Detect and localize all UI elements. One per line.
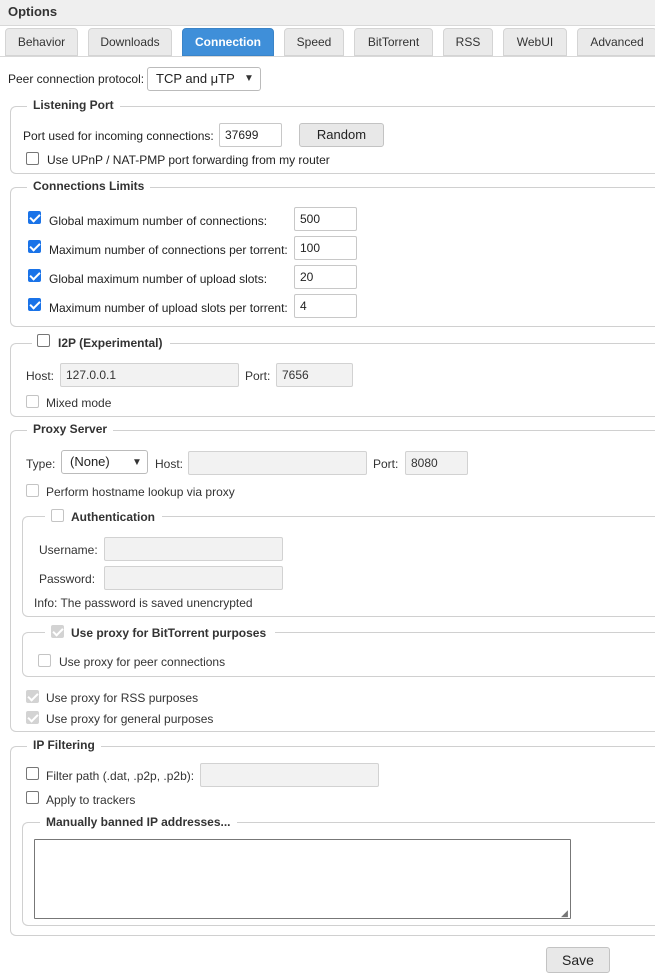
global-max-connections-input[interactable] <box>294 207 357 231</box>
peer-connections-checkbox[interactable] <box>38 654 51 667</box>
chevron-down-icon: ▼ <box>244 73 254 84</box>
banned-ips-legend: Manually banned IP addresses... <box>40 815 237 829</box>
max-connections-per-torrent-checkbox[interactable] <box>28 240 41 253</box>
max-connections-per-torrent-label: Maximum number of connections per torren… <box>49 243 288 257</box>
tab-divider <box>0 56 655 57</box>
banned-ips-textarea[interactable] <box>34 839 571 919</box>
protocol-label: Peer connection protocol: <box>8 72 145 86</box>
peer-connections-label: Use proxy for peer connections <box>59 655 226 669</box>
i2p-host-input[interactable] <box>60 363 239 387</box>
tab-behavior[interactable]: Behavior <box>5 28 78 56</box>
proxy-type-value: (None) <box>70 454 110 469</box>
proxy-type-label: Type: <box>26 457 56 471</box>
resize-grip-icon[interactable]: ◢ <box>561 908 568 919</box>
bittorrent-proxy-checkbox[interactable] <box>51 625 64 638</box>
save-button[interactable]: Save <box>546 947 610 973</box>
ip-filtering-legend: IP Filtering <box>27 738 101 752</box>
password-label: Password: <box>39 572 96 586</box>
global-max-connections-label: Global maximum number of connections: <box>49 214 268 228</box>
random-port-button[interactable]: Random <box>299 123 384 147</box>
proxy-host-label: Host: <box>155 457 184 471</box>
filter-path-input[interactable] <box>200 763 379 787</box>
bittorrent-proxy-label: Use proxy for BitTorrent purposes <box>71 626 267 640</box>
tab-rss[interactable]: RSS <box>443 28 493 56</box>
filter-path-label: Filter path (.dat, .p2p, .p2b): <box>46 769 195 783</box>
proxy-host-input[interactable] <box>188 451 367 475</box>
listening-port-legend: Listening Port <box>27 98 120 112</box>
max-connections-per-torrent-input[interactable] <box>294 236 357 260</box>
apply-to-trackers-checkbox[interactable] <box>26 791 39 804</box>
tab-bittorrent[interactable]: BitTorrent <box>354 28 433 56</box>
rss-proxy-label: Use proxy for RSS purposes <box>46 691 199 705</box>
upload-slots-per-torrent-checkbox[interactable] <box>28 298 41 311</box>
tab-connection[interactable]: Connection <box>182 28 274 56</box>
password-input[interactable] <box>104 566 283 590</box>
port-input[interactable] <box>219 123 282 147</box>
general-proxy-label: Use proxy for general purposes <box>46 712 214 726</box>
upnp-label: Use UPnP / NAT-PMP port forwarding from … <box>47 153 330 167</box>
mixed-mode-checkbox[interactable] <box>26 395 39 408</box>
proxy-port-label: Port: <box>373 457 399 471</box>
general-proxy-checkbox[interactable] <box>26 711 39 724</box>
port-label: Port used for incoming connections: <box>23 129 214 143</box>
i2p-port-input[interactable] <box>276 363 353 387</box>
i2p-host-label: Host: <box>26 369 55 383</box>
authentication-label: Authentication <box>71 510 155 524</box>
upload-slots-per-torrent-input[interactable] <box>294 294 357 318</box>
authentication-checkbox[interactable] <box>51 509 64 522</box>
window-title: Options <box>0 0 655 26</box>
hostname-lookup-checkbox[interactable] <box>26 484 39 497</box>
proxy-port-input[interactable] <box>405 451 468 475</box>
tab-bar: Behavior Downloads Connection Speed BitT… <box>0 28 655 56</box>
tab-advanced[interactable]: Advanced <box>577 28 655 56</box>
hostname-lookup-label: Perform hostname lookup via proxy <box>46 485 235 499</box>
username-input[interactable] <box>104 537 283 561</box>
mixed-mode-label: Mixed mode <box>46 396 112 410</box>
password-info: Info: The password is saved unencrypted <box>34 596 253 610</box>
tab-webui[interactable]: WebUI <box>503 28 567 56</box>
global-max-connections-checkbox[interactable] <box>28 211 41 224</box>
global-upload-slots-checkbox[interactable] <box>28 269 41 282</box>
upload-slots-per-torrent-label: Maximum number of upload slots per torre… <box>49 301 288 315</box>
chevron-down-icon: ▼ <box>132 457 142 468</box>
i2p-legend-label: I2P (Experimental) <box>58 336 163 350</box>
rss-proxy-checkbox[interactable] <box>26 690 39 703</box>
filter-path-checkbox[interactable] <box>26 767 39 780</box>
tab-downloads[interactable]: Downloads <box>88 28 172 56</box>
i2p-port-label: Port: <box>245 369 271 383</box>
global-upload-slots-input[interactable] <box>294 265 357 289</box>
apply-to-trackers-label: Apply to trackers <box>46 793 136 807</box>
tab-speed[interactable]: Speed <box>284 28 344 56</box>
i2p-checkbox[interactable] <box>37 334 50 347</box>
upnp-checkbox[interactable] <box>26 152 39 165</box>
protocol-value: TCP and μTP <box>156 71 235 86</box>
username-label: Username: <box>39 543 98 557</box>
connection-limits-legend: Connections Limits <box>27 179 151 193</box>
proxy-server-legend: Proxy Server <box>27 422 114 436</box>
global-upload-slots-label: Global maximum number of upload slots: <box>49 272 268 286</box>
